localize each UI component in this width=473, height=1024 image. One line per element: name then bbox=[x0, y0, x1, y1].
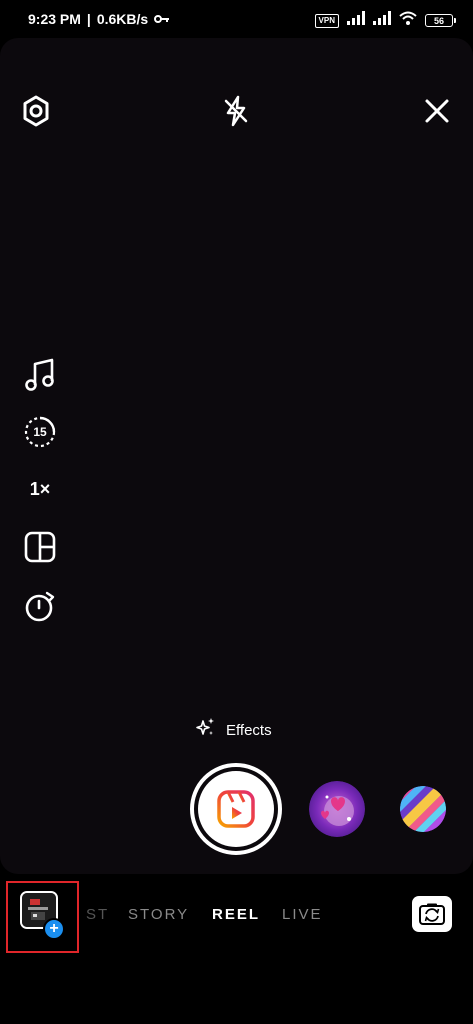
battery-indicator: 56 bbox=[425, 14, 456, 27]
key-icon bbox=[154, 11, 170, 27]
sparkle-icon bbox=[194, 717, 216, 744]
mode-live[interactable]: LIVE bbox=[282, 906, 323, 923]
record-button-inner bbox=[198, 771, 274, 847]
signal-icon-2 bbox=[373, 11, 391, 30]
status-time: 9:23 PM bbox=[28, 11, 81, 27]
effects-button[interactable]: Effects bbox=[194, 717, 272, 744]
mode-post-partial[interactable]: ST bbox=[86, 906, 109, 923]
effect-thumbnail-rainbow[interactable] bbox=[400, 786, 446, 832]
network-speed: 0.6KB/s bbox=[96, 11, 149, 27]
status-right: VPN 56 bbox=[314, 11, 456, 30]
length-button[interactable]: 15 bbox=[22, 414, 58, 450]
timer-icon[interactable] bbox=[22, 588, 58, 624]
close-icon[interactable] bbox=[420, 94, 454, 128]
gallery-button[interactable]: + bbox=[6, 881, 79, 953]
vpn-badge: VPN bbox=[314, 13, 339, 28]
wifi-icon bbox=[399, 11, 417, 30]
camera-viewport[interactable]: 15 1× Effects bbox=[0, 38, 473, 874]
speed-button[interactable]: 1× bbox=[22, 471, 58, 507]
layout-icon[interactable] bbox=[22, 529, 58, 565]
music-icon[interactable] bbox=[22, 357, 58, 393]
flip-camera-button[interactable] bbox=[412, 896, 452, 932]
signal-icon bbox=[347, 11, 365, 30]
settings-icon[interactable] bbox=[19, 94, 53, 128]
effect-thumbnail-hearts[interactable] bbox=[309, 781, 365, 837]
length-label: 15 bbox=[33, 425, 47, 439]
speed-label: 1× bbox=[29, 478, 51, 499]
status-separator: | bbox=[86, 11, 91, 27]
mode-reel[interactable]: REEL bbox=[212, 906, 260, 923]
add-plus-icon: + bbox=[43, 918, 65, 940]
flip-camera-icon bbox=[419, 903, 445, 925]
record-button[interactable] bbox=[190, 763, 282, 855]
status-left: 9:23 PM | 0.6KB/s bbox=[28, 11, 170, 27]
status-bar: 9:23 PM | 0.6KB/s VPN 56 bbox=[0, 0, 473, 40]
mode-story[interactable]: STORY bbox=[128, 906, 189, 923]
flash-off-icon[interactable] bbox=[219, 94, 253, 128]
reels-icon bbox=[217, 790, 255, 828]
effects-label: Effects bbox=[226, 722, 272, 739]
